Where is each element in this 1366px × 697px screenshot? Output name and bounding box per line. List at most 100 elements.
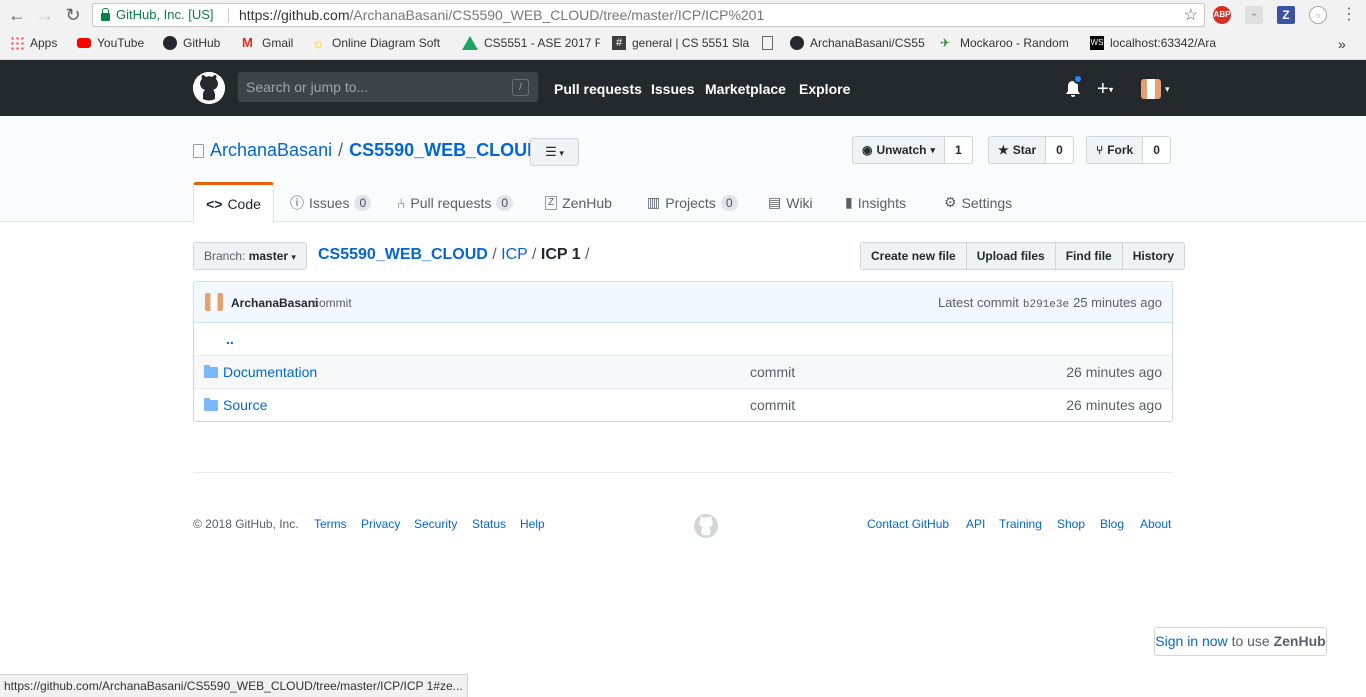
commit-author[interactable]: ArchanaBasani [231, 296, 318, 310]
chevron-down-icon: ▾ [930, 145, 936, 155]
file-age: 26 minutes ago [1066, 364, 1162, 380]
folder-icon [204, 365, 218, 378]
avatar [1141, 79, 1161, 99]
file-name-link[interactable]: Documentation [223, 364, 317, 380]
nav-marketplace[interactable]: Marketplace [705, 81, 786, 97]
table-row[interactable]: Source commit 26 minutes ago [194, 388, 1172, 421]
footer-link-security[interactable]: Security [414, 517, 457, 531]
address-bar[interactable]: GitHub, Inc. [US] https://github.com/Arc… [92, 3, 1205, 27]
bookmark-mockaroo[interactable]: ✈ Mockaroo - Random [940, 36, 1078, 50]
unwatch-button[interactable]: ◉ Unwatch ▾ [852, 136, 946, 164]
bookmark-slack[interactable]: # general | CS 5551 Sla [612, 36, 750, 50]
tab-insights[interactable]: ▮ Insights [845, 183, 906, 222]
footer-link-status[interactable]: Status [472, 517, 506, 531]
find-file-button[interactable]: Find file [1054, 242, 1123, 270]
footer-link-privacy[interactable]: Privacy [361, 517, 400, 531]
bookmark-repo[interactable]: ArchanaBasani/CS55 [790, 36, 928, 50]
bookmark-apps[interactable]: Apps [10, 36, 57, 50]
zenhub-menu-button[interactable]: ☰ ▾ [530, 138, 579, 166]
table-row[interactable]: Documentation commit 26 minutes ago [194, 355, 1172, 388]
footer-link-training[interactable]: Training [999, 517, 1042, 531]
history-button[interactable]: History [1121, 242, 1186, 270]
repo-owner-link[interactable]: ArchanaBasani [210, 140, 332, 161]
tab-settings[interactable]: ⚙ Settings [944, 183, 1012, 222]
fork-button[interactable]: ⑂ Fork [1086, 136, 1144, 164]
bookmark-drive[interactable]: CS5551 - ASE 2017 F [462, 36, 600, 50]
secure-indicator[interactable]: GitHub, Inc. [US] [101, 7, 214, 23]
tab-issues[interactable]: ⓘ Issues 0 [290, 183, 372, 222]
nav-issues[interactable]: Issues [651, 81, 695, 97]
bookmark-localhost[interactable]: WS localhost:63342/Ara [1090, 36, 1228, 50]
nav-pull-requests[interactable]: Pull requests [554, 81, 642, 97]
pdf-extension-icon[interactable]: ⌁ [1245, 6, 1263, 24]
github-logo-icon[interactable] [193, 72, 225, 104]
parent-directory-link[interactable]: .. [226, 331, 234, 347]
search-placeholder: Search or jump to... [246, 79, 369, 95]
book-icon: ▤ [768, 194, 782, 210]
bookmark-label: YouTube [97, 36, 145, 50]
tab-wiki[interactable]: ▤ Wiki [768, 183, 813, 222]
bookmark-diagram[interactable]: ☼ Online Diagram Soft [312, 36, 450, 50]
footer-link-about[interactable]: About [1140, 517, 1171, 531]
repo-name-link[interactable]: CS5590_WEB_CLOUD [349, 140, 540, 161]
file-table: .. Documentation commit 26 minutes ago S… [193, 322, 1173, 422]
commit-sha-link[interactable]: b291e3e [1023, 299, 1069, 311]
footer-link-contact[interactable]: Contact GitHub [867, 517, 949, 531]
file-commit-message[interactable]: commit [750, 364, 795, 380]
breadcrumb-repo-link[interactable]: CS5590_WEB_CLOUD [318, 246, 488, 263]
github-footer-logo-icon[interactable] [694, 514, 718, 538]
create-new-file-button[interactable]: Create new file [860, 242, 967, 270]
tab-label: Projects [665, 194, 716, 211]
pull-request-icon: ⑃ [397, 194, 406, 211]
create-new-dropdown[interactable]: +▾ [1097, 79, 1113, 99]
star-button[interactable]: ★ Star [988, 136, 1047, 164]
watch-count[interactable]: 1 [945, 136, 973, 164]
bookmark-gmail[interactable]: M Gmail [242, 36, 293, 50]
nav-explore[interactable]: Explore [799, 81, 850, 97]
upload-files-button[interactable]: Upload files [965, 242, 1056, 270]
bookmark-github[interactable]: GitHub [163, 36, 220, 50]
star-count[interactable]: 0 [1046, 136, 1074, 164]
z-extension-icon[interactable]: Z [1277, 6, 1295, 24]
avatar[interactable] [205, 293, 223, 311]
footer-link-shop[interactable]: Shop [1057, 517, 1085, 531]
file-name-link[interactable]: Source [223, 397, 267, 413]
status-bar-url: https://github.com/ArchanaBasani/CS5590_… [0, 674, 468, 697]
github-icon [790, 36, 804, 50]
footer-link-help[interactable]: Help [520, 517, 545, 531]
chrome-menu-icon[interactable]: ⋮ [1338, 4, 1360, 26]
breadcrumb-current: ICP 1 [540, 246, 581, 263]
url-text[interactable]: https://github.com/ArchanaBasani/CS5590_… [239, 7, 764, 23]
tab-pull-requests[interactable]: ⑃ Pull requests 0 [397, 183, 514, 222]
fork-count[interactable]: 0 [1143, 136, 1171, 164]
file-commit-message[interactable]: commit [750, 397, 795, 413]
footer-link-blog[interactable]: Blog [1100, 517, 1124, 531]
tab-zenhub[interactable]: Z ZenHub [545, 183, 612, 222]
extension-circle-icon[interactable]: ○ [1309, 6, 1327, 24]
search-input[interactable]: Search or jump to... / [238, 72, 538, 102]
footer-link-api[interactable]: API [966, 517, 985, 531]
commit-message[interactable]: commit [313, 296, 352, 310]
unwatch-label: Unwatch [876, 143, 927, 157]
branch-select[interactable]: Branch: master ▾ [193, 242, 307, 270]
reload-icon[interactable]: ↻ [62, 4, 84, 26]
gmail-icon: M [242, 36, 253, 50]
zenhub-signin-link[interactable]: Sign in now [1155, 633, 1227, 649]
github-header: Search or jump to... / Pull requests Iss… [0, 60, 1366, 116]
tab-code[interactable]: <> Code [193, 182, 274, 223]
bookmark-youtube[interactable]: YouTube [77, 36, 144, 50]
forward-icon[interactable]: → [34, 4, 56, 26]
breadcrumb-icp-link[interactable]: ICP [501, 246, 527, 263]
footer-link-terms[interactable]: Terms [314, 517, 347, 531]
tab-projects[interactable]: ▥ Projects 0 [647, 183, 738, 222]
bookmark-label: Mockaroo - Random [960, 36, 1069, 50]
bookmark-page[interactable] [762, 36, 773, 50]
more-bookmarks-icon[interactable]: » [1338, 36, 1346, 52]
adblock-extension-icon[interactable]: ABP [1213, 6, 1231, 24]
notifications-bell-icon[interactable] [1065, 74, 1083, 98]
bookmark-star-icon[interactable]: ☆ [1184, 5, 1198, 25]
table-row[interactable]: .. [194, 322, 1172, 355]
user-menu-dropdown[interactable]: ▾ [1141, 79, 1170, 99]
back-icon[interactable]: ← [6, 4, 28, 26]
bookmark-label: general | CS 5551 Sla [632, 36, 750, 50]
